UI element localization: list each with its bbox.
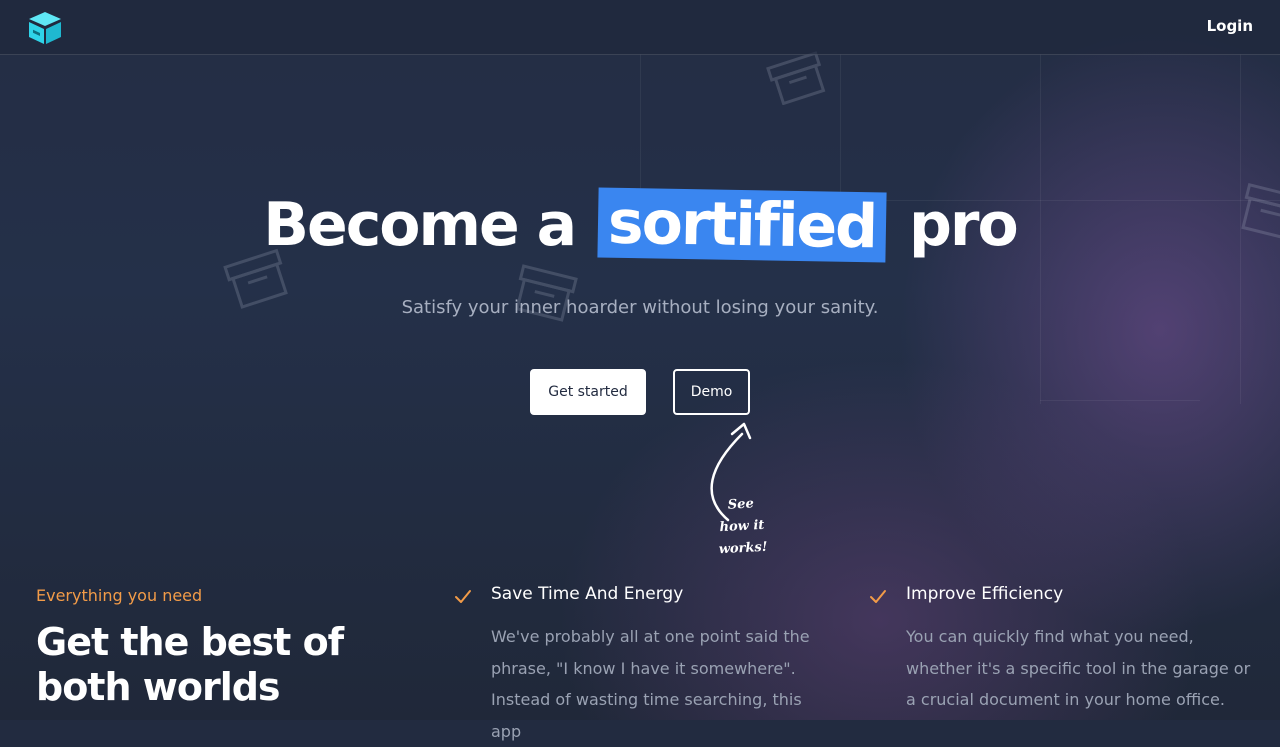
hero-title-end: pro bbox=[908, 190, 1019, 260]
feature-description: We've probably all at one point said the… bbox=[491, 627, 810, 741]
demo-hint-line: See bbox=[727, 496, 755, 513]
grid-line bbox=[840, 54, 841, 204]
check-icon bbox=[870, 590, 886, 603]
check-icon bbox=[455, 590, 471, 603]
feature-description: You can quickly find what you need, whet… bbox=[906, 627, 1251, 709]
hero-subtitle: Satisfy your inner hoarder without losin… bbox=[401, 297, 879, 318]
login-link[interactable]: Login bbox=[1207, 17, 1253, 35]
section-title: Get the best of both worlds bbox=[36, 620, 344, 709]
box-outline-icon bbox=[766, 51, 826, 105]
demo-hint-line: how it bbox=[719, 517, 765, 536]
hero-title: Become a sortified pro bbox=[0, 187, 1280, 263]
get-started-button[interactable]: Get started bbox=[530, 369, 646, 415]
hero-title-highlight: sortified bbox=[597, 187, 887, 263]
feature-title: Improve Efficiency bbox=[906, 584, 1064, 604]
feature-title: Save Time And Energy bbox=[491, 584, 684, 604]
section-eyebrow: Everything you need bbox=[36, 586, 203, 605]
hero-title-start: Become a bbox=[263, 190, 577, 260]
top-nav: Login bbox=[0, 0, 1280, 55]
demo-button[interactable]: Demo bbox=[673, 369, 750, 415]
grid-line bbox=[640, 54, 641, 204]
demo-hint-note: See how it works! bbox=[710, 492, 773, 561]
grid-line bbox=[1040, 400, 1200, 401]
demo-hint-line: works! bbox=[718, 539, 768, 558]
box-icon[interactable] bbox=[27, 10, 63, 46]
